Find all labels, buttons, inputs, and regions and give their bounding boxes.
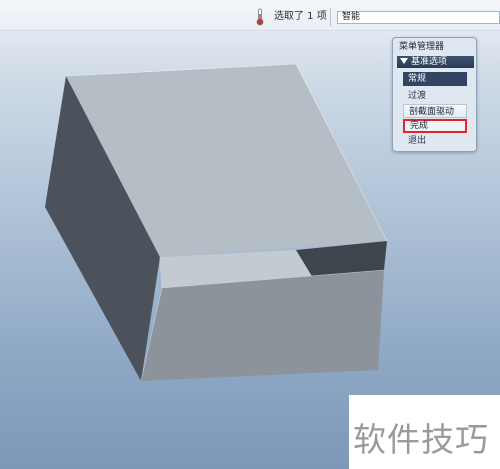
menu-item-transition[interactable]: 过渡 [403,89,467,103]
menu-item-general[interactable]: 常规 [403,72,467,86]
menu-manager-panel: 菜单管理器 基准选项 常规 过渡 剖截面驱动 完成 退出 [392,37,477,152]
menu-item-done[interactable]: 完成 [403,119,467,133]
section-label: 基准选项 [411,57,448,67]
menu-manager-title: 菜单管理器 [399,42,445,52]
watermark-text: 软件技巧 [353,420,489,459]
menu-item-quit[interactable]: 退出 [403,134,467,148]
triangle-down-icon[interactable] [400,58,408,64]
watermark-box: 软件技巧 [349,395,500,469]
menu-item-section-driven[interactable]: 剖截面驱动 [403,104,467,118]
section-header-datum-options[interactable]: 基准选项 [397,56,474,68]
